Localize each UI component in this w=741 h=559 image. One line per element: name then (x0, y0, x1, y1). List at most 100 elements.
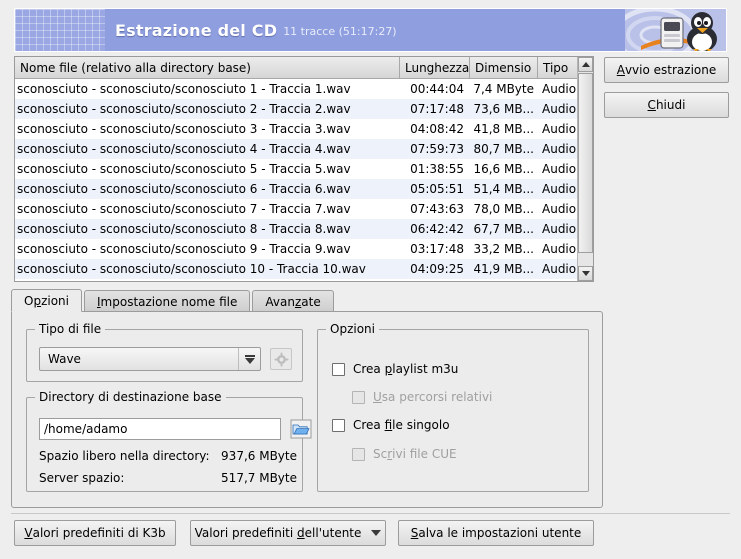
file-size-cell: 41,8 MB... (470, 119, 538, 139)
option-checkbox-row[interactable]: Crea file singolo (332, 418, 450, 432)
settings-tabstrip: OpzioniImpostazione nome fileAvanzate (11, 289, 603, 312)
tab-1[interactable]: Impostazione nome file (84, 290, 250, 312)
column-header-filename[interactable]: Nome file (relativo alla directory base) (15, 57, 400, 78)
file-length-cell: 00:44:04 (400, 79, 470, 99)
file-length-cell: 04:09:25 (400, 259, 470, 279)
table-row[interactable]: sconosciuto - sconosciuto/sconosciuto 1 … (15, 79, 593, 99)
checkbox-icon (352, 391, 365, 404)
extracted-files-table[interactable]: Nome file (relativo alla directory base)… (14, 56, 594, 282)
file-size-cell: 7,4 MByte (470, 79, 538, 99)
bottom-separator (11, 513, 730, 514)
file-name-cell: sconosciuto - sconosciuto/sconosciuto 8 … (15, 219, 400, 239)
option-label: Usa percorsi relativi (373, 390, 492, 404)
option-label: Crea playlist m3u (353, 362, 458, 376)
option-label: Crea file singolo (353, 418, 450, 432)
scrollbar-thumb[interactable] (578, 73, 593, 253)
file-length-cell: 03:17:48 (400, 239, 470, 259)
table-row[interactable]: sconosciuto - sconosciuto/sconosciuto 9 … (15, 239, 593, 259)
chevron-down-icon (582, 271, 590, 276)
scroll-down-button[interactable] (578, 266, 593, 281)
options-group-legend: Opzioni (326, 322, 379, 336)
header-subtitle: 11 tracce (51:17:27) (283, 22, 396, 38)
k3b-penguin-logo-icon (625, 9, 726, 51)
option-label-pre: Crea (353, 362, 385, 376)
file-size-cell: 33,2 MB... (470, 239, 538, 259)
file-type-cell: Audio (538, 239, 580, 259)
chevron-down-icon (238, 348, 260, 370)
free-space-value: 937,6 MByte (207, 449, 297, 463)
file-length-cell: 07:17:48 (400, 99, 470, 119)
tab-label-post: zioni (41, 294, 69, 308)
file-type-cell: Audio (538, 159, 580, 179)
scroll-up-button[interactable] (578, 57, 593, 72)
start-extraction-accel: A (617, 63, 625, 77)
option-checkbox-row: Usa percorsi relativi (352, 390, 492, 404)
column-header-type[interactable]: Tipo (538, 57, 580, 78)
column-header-length[interactable]: Lunghezza (400, 57, 470, 78)
user-defaults-label-post: ell'utente (305, 526, 362, 540)
table-row[interactable]: sconosciuto - sconosciuto/sconosciuto 3 … (15, 119, 593, 139)
file-name-cell: sconosciuto - sconosciuto/sconosciuto 9 … (15, 239, 400, 259)
k3b-defaults-label: alori predefiniti di K3b (33, 526, 166, 540)
page-title: Estrazione del CD (115, 21, 277, 40)
destination-directory-group: Directory di destinazione base /home/ada… (26, 397, 303, 492)
file-size-cell: 16,6 MB... (470, 159, 538, 179)
user-defaults-button[interactable]: Valori predefiniti dell'utente (190, 520, 386, 546)
tab-0[interactable]: Opzioni (11, 289, 82, 312)
chevron-down-icon (371, 530, 381, 536)
file-name-cell: sconosciuto - sconosciuto/sconosciuto 3 … (15, 119, 400, 139)
tab-2[interactable]: Avanzate (252, 290, 333, 312)
table-row[interactable]: sconosciuto - sconosciuto/sconosciuto 5 … (15, 159, 593, 179)
table-row[interactable]: sconosciuto - sconosciuto/sconosciuto 2 … (15, 99, 593, 119)
option-label-pre: Sc (373, 447, 387, 461)
tab-panel-opzioni: Tipo di file Wave (11, 311, 603, 508)
checkbox-icon[interactable] (332, 419, 345, 432)
file-length-cell: 06:42:42 (400, 219, 470, 239)
destination-path-input[interactable]: /home/adamo (39, 418, 281, 440)
table-row[interactable]: sconosciuto - sconosciuto/sconosciuto 7 … (15, 199, 593, 219)
server-space-value: 517,7 MByte (207, 471, 297, 485)
tab-label-post: mpostazione nome file (101, 295, 238, 309)
close-button[interactable]: Chiudi (604, 92, 729, 118)
file-type-cell: Audio (538, 79, 580, 99)
option-label: Scrivi file CUE (373, 447, 457, 461)
file-length-cell: 07:43:63 (400, 199, 470, 219)
start-extraction-button[interactable]: Avvio estrazione (604, 57, 729, 83)
save-settings-accel: S (411, 526, 419, 540)
server-space-label: Server spazio: (39, 471, 124, 485)
destination-group-legend: Directory di destinazione base (35, 390, 226, 404)
column-header-size[interactable]: Dimensio (470, 57, 538, 78)
file-length-cell: 05:05:51 (400, 179, 470, 199)
option-label-post: sa percorsi relativi (382, 390, 493, 404)
tab-accel: p (33, 294, 41, 308)
filetype-select[interactable]: Wave (39, 347, 261, 371)
start-extraction-label: vvio estrazione (625, 63, 716, 77)
dialog-header-banner: Estrazione del CD 11 tracce (51:17:27) (14, 8, 727, 52)
k3b-defaults-button[interactable]: Valori predefiniti di K3b (14, 520, 176, 546)
file-name-cell: sconosciuto - sconosciuto/sconosciuto 1 … (15, 79, 400, 99)
table-header-row: Nome file (relativo alla directory base)… (15, 57, 593, 79)
save-user-settings-button[interactable]: Salva le impostazioni utente (398, 520, 594, 546)
file-size-cell: 73,6 MB... (470, 99, 538, 119)
checkbox-icon[interactable] (332, 363, 345, 376)
table-row[interactable]: sconosciuto - sconosciuto/sconosciuto 6 … (15, 179, 593, 199)
file-name-cell: sconosciuto - sconosciuto/sconosciuto 7 … (15, 199, 400, 219)
header-grid-pattern (15, 9, 105, 51)
tab-label-pre: Avan (265, 295, 295, 309)
file-type-cell: Audio (538, 199, 580, 219)
file-type-cell: Audio (538, 99, 580, 119)
option-label-post: laylist m3u (392, 362, 458, 376)
file-list-scrollbar[interactable] (577, 57, 593, 281)
tab-label-post: ate (301, 295, 320, 309)
file-type-cell: Audio (538, 119, 580, 139)
table-row[interactable]: sconosciuto - sconosciuto/sconosciuto 4 … (15, 139, 593, 159)
tab-label-pre: O (24, 294, 33, 308)
header-title-group: Estrazione del CD 11 tracce (51:17:27) (115, 9, 397, 51)
table-row[interactable]: sconosciuto - sconosciuto/sconosciuto 10… (15, 259, 593, 279)
option-checkbox-row[interactable]: Crea playlist m3u (332, 362, 458, 376)
file-length-cell: 01:38:55 (400, 159, 470, 179)
close-accel: C (648, 98, 656, 112)
open-folder-icon[interactable] (289, 417, 313, 441)
table-row[interactable]: sconosciuto - sconosciuto/sconosciuto 8 … (15, 219, 593, 239)
k3b-defaults-accel: V (24, 526, 32, 540)
